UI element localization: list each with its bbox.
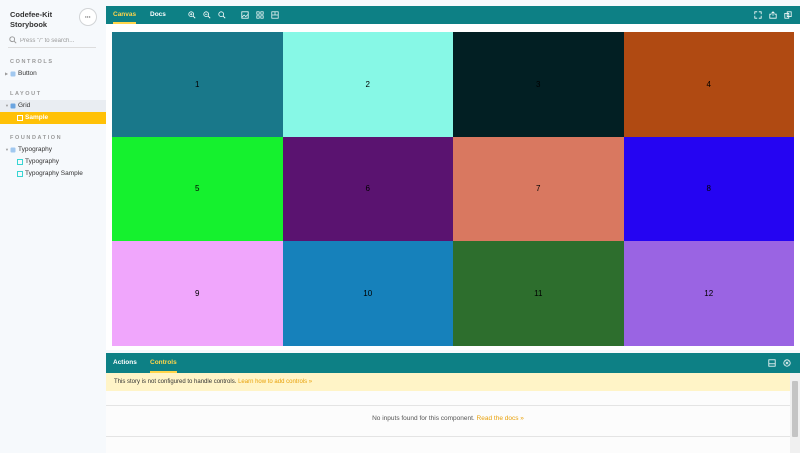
sidebar-item-button[interactable]: ▶ Button (0, 68, 106, 80)
zoom-out-icon[interactable] (203, 11, 211, 19)
scrollbar[interactable] (790, 373, 800, 453)
component-icon (10, 71, 16, 77)
grid-cell: 10 (282, 241, 453, 346)
panel-position-icon[interactable] (768, 359, 776, 367)
sidebar-item-label: Typography (25, 158, 59, 165)
copy-link-icon[interactable] (784, 11, 792, 19)
brand-line-1: Codefee-Kit (10, 10, 53, 19)
story-icon (17, 115, 23, 121)
search-icon (9, 36, 17, 44)
divider (106, 436, 790, 437)
sidebar-item-typography[interactable]: ▼ Typography (0, 144, 106, 156)
sidebar-item-typography-story[interactable]: Typography (0, 156, 106, 168)
background-icon[interactable] (241, 11, 249, 19)
read-docs-link[interactable]: Read the docs » (477, 415, 524, 422)
search-input[interactable] (20, 35, 96, 46)
grid-cell: 6 (282, 136, 453, 242)
grid-cell: 3 (453, 32, 624, 137)
measure-icon[interactable] (271, 11, 279, 19)
sidebar-item-label: Grid (18, 102, 31, 109)
menu-button[interactable]: ••• (80, 9, 96, 25)
grid-cell: 4 (623, 32, 794, 137)
chevron-down-icon: ▼ (5, 147, 9, 152)
sidebar-item-grid[interactable]: ▼ Grid (0, 100, 106, 112)
section-foundation: FOUNDATION (10, 135, 63, 141)
sidebar-item-label: Sample (25, 114, 49, 121)
tab-canvas[interactable]: Canvas (113, 6, 137, 24)
ellipsis-icon: ••• (85, 14, 91, 19)
grid-cell-label: 8 (706, 184, 711, 194)
zoom-reset-icon[interactable] (218, 11, 226, 19)
grid-cell: 8 (623, 136, 794, 242)
sidebar: Codefee-Kit Storybook ••• CONTROLS ▶ But… (0, 0, 106, 453)
share-icon[interactable] (769, 11, 777, 19)
story-grid: 1 2 3 4 5 6 7 8 9 10 11 12 (112, 32, 794, 346)
addons-toolbar: Actions Controls (106, 353, 800, 373)
grid-cell-label: 5 (195, 184, 200, 194)
fullscreen-icon[interactable] (754, 11, 762, 19)
story-icon (17, 171, 23, 177)
grid-cell-label: 1 (195, 79, 200, 89)
grid-cell-label: 12 (704, 289, 714, 299)
tab-actions[interactable]: Actions (113, 353, 137, 373)
sidebar-item-label: Button (18, 70, 37, 77)
brand-title[interactable]: Codefee-Kit Storybook (10, 10, 52, 30)
sidebar-item-sample[interactable]: Sample (0, 112, 106, 124)
grid-cell-label: 4 (706, 79, 711, 89)
grid-cell: 2 (282, 32, 453, 137)
grid-cell-label: 2 (365, 79, 370, 89)
grid-icon[interactable] (256, 11, 264, 19)
scrollbar-thumb[interactable] (792, 381, 798, 437)
notice-text: This story is not configured to handle c… (114, 379, 237, 385)
preview-toolbar: Canvas Docs (106, 6, 800, 24)
component-icon (10, 147, 16, 153)
brand-line-2: Storybook (10, 20, 48, 29)
tab-docs[interactable]: Docs (150, 6, 166, 24)
grid-cell-label: 6 (365, 184, 370, 194)
close-panel-icon[interactable] (783, 359, 791, 367)
chevron-right-icon: ▶ (5, 71, 9, 76)
search-box[interactable] (8, 34, 96, 48)
add-controls-link[interactable]: Learn how to add controls » (238, 379, 312, 385)
grid-cell-label: 3 (536, 79, 541, 89)
canvas-preview: 1 2 3 4 5 6 7 8 9 10 11 12 (106, 24, 800, 350)
section-controls: CONTROLS (10, 59, 54, 65)
grid-cell: 12 (623, 241, 794, 346)
grid-cell-label: 7 (536, 184, 541, 194)
grid-cell: 11 (453, 241, 624, 346)
grid-cell: 9 (112, 241, 283, 346)
empty-text: No inputs found for this component. (372, 415, 475, 422)
controls-panel: No inputs found for this component. Read… (106, 391, 790, 453)
story-icon (17, 159, 23, 165)
controls-notice: This story is not configured to handle c… (106, 373, 790, 391)
sidebar-item-label: Typography (18, 146, 52, 153)
zoom-in-icon[interactable] (188, 11, 196, 19)
grid-cell: 7 (453, 136, 624, 242)
grid-cell: 1 (112, 32, 283, 137)
grid-cell-label: 10 (363, 289, 373, 299)
tab-controls[interactable]: Controls (150, 353, 177, 373)
sidebar-item-label: Typography Sample (25, 170, 83, 177)
section-layout: LAYOUT (10, 91, 42, 97)
divider (106, 405, 790, 406)
chevron-down-icon: ▼ (5, 103, 9, 108)
grid-cell-label: 9 (195, 289, 200, 299)
grid-cell: 5 (112, 136, 283, 242)
grid-cell-label: 11 (534, 289, 543, 299)
component-icon (10, 103, 16, 109)
empty-message: No inputs found for this component. Read… (106, 415, 790, 422)
sidebar-item-typography-sample[interactable]: Typography Sample (0, 168, 106, 180)
